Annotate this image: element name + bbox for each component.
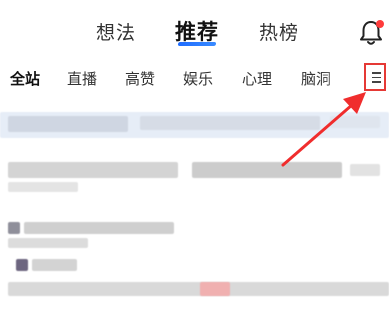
channel-top-liked[interactable]: 高赞 [125, 68, 155, 89]
blurred-text [8, 162, 178, 178]
blurred-text [8, 282, 389, 296]
notification-badge [376, 20, 384, 28]
tab-hot-list[interactable]: 热榜 [259, 18, 299, 45]
blurred-text [24, 222, 174, 234]
blurred-text [8, 116, 128, 132]
blurred-text [8, 222, 20, 234]
channel-entertainment[interactable]: 娱乐 [183, 68, 213, 89]
blurred-text [350, 164, 380, 176]
blurred-text [192, 162, 342, 178]
channel-bar: 全站 直播 高赞 娱乐 心理 脑洞 [0, 62, 389, 96]
blurred-text [8, 238, 88, 248]
channel-psychology[interactable]: 心理 [242, 68, 272, 89]
active-tab-indicator [177, 42, 217, 46]
channel-fade-overlay [320, 62, 360, 96]
feed-content [0, 104, 389, 310]
blurred-text [200, 282, 230, 296]
blurred-text [16, 259, 28, 271]
hamburger-menu-icon[interactable] [364, 63, 386, 91]
channel-all[interactable]: 全站 [10, 68, 40, 89]
blurred-text [32, 259, 77, 271]
tab-ideas[interactable]: 想法 [96, 18, 136, 45]
blurred-text [8, 182, 78, 192]
top-tab-bar: 想法 推荐 热榜 [0, 0, 389, 62]
channel-live[interactable]: 直播 [67, 68, 97, 89]
blurred-text [330, 116, 380, 128]
blurred-text [140, 116, 320, 130]
